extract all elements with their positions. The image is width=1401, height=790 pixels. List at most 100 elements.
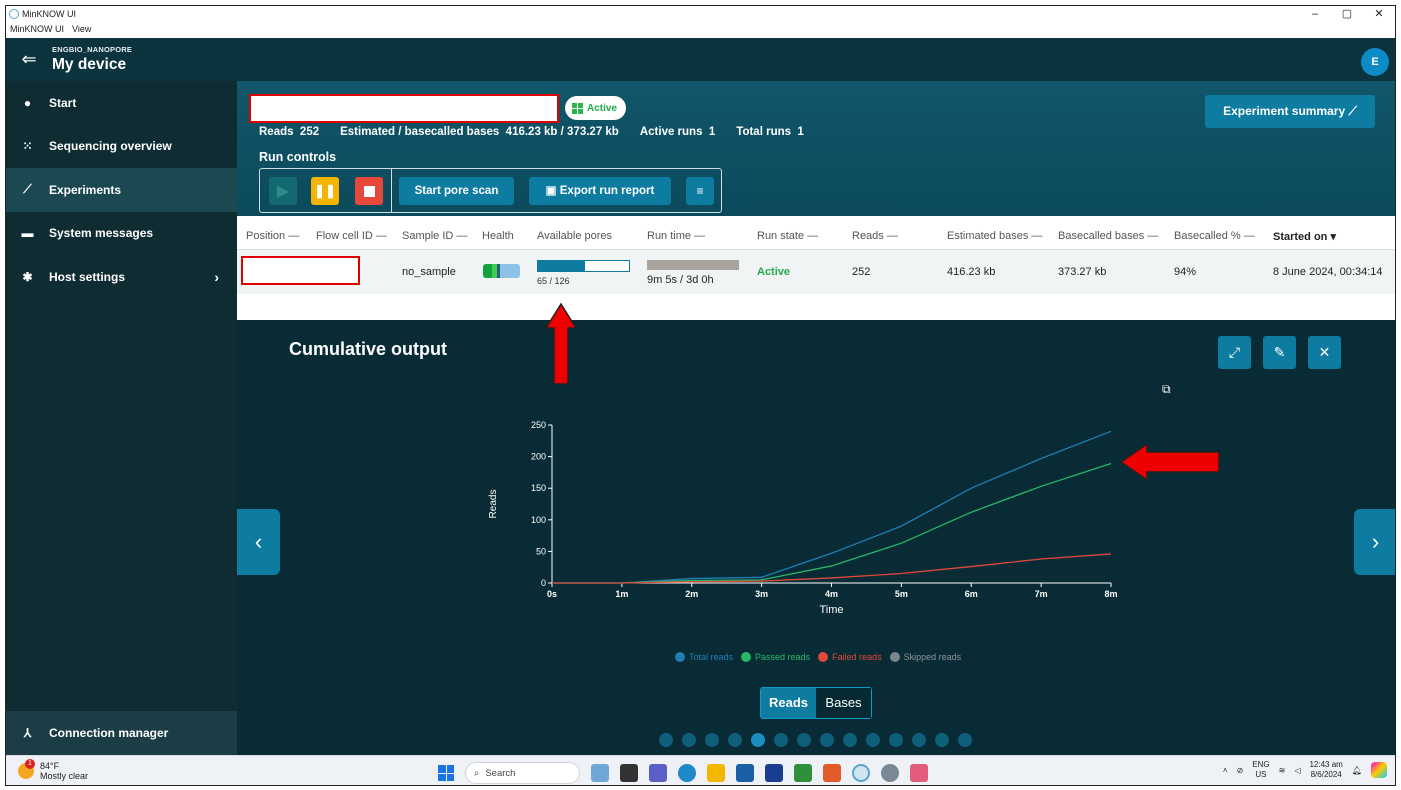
teams-icon[interactable]: [649, 764, 667, 782]
col-run-state[interactable]: Run state —: [757, 230, 818, 242]
col-run-time[interactable]: Run time —: [647, 230, 705, 242]
file-explorer-icon[interactable]: [707, 764, 725, 782]
pager-dot[interactable]: [843, 733, 857, 747]
notification-bell-icon[interactable]: 🔔︎: [1352, 766, 1362, 775]
minknow-taskbar-icon[interactable]: [852, 764, 870, 782]
maximize-button[interactable]: ▢: [1331, 6, 1363, 24]
volume-icon[interactable]: ◁: [1294, 766, 1300, 775]
col-estimated-bases[interactable]: Estimated bases —: [947, 230, 1042, 242]
taskbar-apps: ⌕ Search: [438, 762, 928, 784]
col-health: Health: [482, 230, 514, 242]
title-bar: MinKNOW UI – ▢ ✕: [6, 6, 1395, 24]
legend-item[interactable]: Failed reads: [818, 652, 882, 662]
menu-app[interactable]: MinKNOW UI: [10, 24, 64, 38]
reads-bases-toggle: Reads Bases: [760, 687, 872, 719]
table-row[interactable]: no_sample 65 / 126 9m 5s / 3d 0h Active …: [237, 250, 1395, 294]
cell-reads: 252: [852, 266, 871, 278]
widgets-app-icon[interactable]: [591, 764, 609, 782]
y-tick-label: 200: [531, 452, 546, 462]
weather-temp: 84°F: [40, 761, 60, 771]
col-started-on[interactable]: Started on ▾: [1273, 230, 1336, 243]
language-indicator[interactable]: ENG US: [1252, 760, 1269, 780]
run-controls-label: Run controls: [259, 150, 337, 164]
pager-dot[interactable]: [682, 733, 696, 747]
pause-button[interactable]: ❚❚: [311, 177, 339, 205]
collapse-menu-icon[interactable]: ⇐: [6, 49, 52, 70]
pager-dot[interactable]: [820, 733, 834, 747]
cloud-off-icon[interactable]: ⊘: [1237, 766, 1244, 775]
x-tick-label: 8m: [1104, 589, 1117, 599]
y-tick-label: 100: [531, 515, 546, 525]
sidebar-item-experiments[interactable]: ⟋ Experiments: [6, 168, 237, 212]
office-icon[interactable]: [823, 764, 841, 782]
snipping-tool-icon[interactable]: [910, 764, 928, 782]
redacted-experiment-name: [249, 94, 559, 123]
pager-dot[interactable]: [797, 733, 811, 747]
filter-icon: ≡: [696, 184, 704, 198]
stop-button[interactable]: [355, 177, 383, 205]
play-button[interactable]: ▶: [269, 177, 297, 205]
run-time-bar: [647, 260, 739, 270]
start-pore-scan-button[interactable]: Start pore scan: [399, 177, 514, 205]
sidebar-item-host-settings[interactable]: ✱ Host settings ›: [6, 255, 237, 299]
col-sample-id[interactable]: Sample ID —: [402, 230, 467, 242]
sidebar-item-sequencing-overview[interactable]: ⁙ Sequencing overview: [6, 125, 237, 169]
pager-dot[interactable]: [958, 733, 972, 747]
pager-dot[interactable]: [774, 733, 788, 747]
edge-icon[interactable]: [678, 764, 696, 782]
pager-dot[interactable]: [866, 733, 880, 747]
store-icon[interactable]: [736, 764, 754, 782]
legend-item[interactable]: Total reads: [675, 652, 733, 662]
legend-item[interactable]: Skipped reads: [889, 652, 961, 662]
pager-dot[interactable]: [751, 733, 765, 747]
clock[interactable]: 12:43 am 8/6/2024: [1309, 760, 1342, 780]
export-run-report-button[interactable]: ▣ Export run report: [529, 177, 671, 205]
y-tick-label: 150: [531, 483, 546, 493]
x-tick-label: 5m: [895, 589, 908, 599]
pager-dot[interactable]: [912, 733, 926, 747]
sidebar-item-system-messages[interactable]: ▬ System messages: [6, 212, 237, 256]
table-header: Position — Flow cell ID — Sample ID — He…: [237, 216, 1395, 250]
x-axis-label: Time: [819, 604, 843, 616]
close-button[interactable]: ✕: [1363, 6, 1395, 24]
pager-dot[interactable]: [728, 733, 742, 747]
windows-start-icon[interactable]: [438, 765, 454, 781]
copilot-icon[interactable]: [1371, 762, 1387, 778]
legend-dot: [889, 652, 900, 662]
experiment-summary-button[interactable]: Experiment summary ⟋: [1205, 95, 1375, 128]
col-basecalled-bases[interactable]: Basecalled bases —: [1058, 230, 1158, 242]
menu-view[interactable]: View: [72, 24, 91, 38]
sidebar-item-start[interactable]: ● Start: [6, 81, 237, 125]
cell-started-on: 8 June 2024, 00:34:14: [1273, 266, 1383, 278]
taskbar-search[interactable]: ⌕ Search: [465, 762, 580, 784]
device-name: My device: [52, 56, 127, 73]
legend-item[interactable]: Passed reads: [741, 652, 810, 662]
col-basecalled-pct[interactable]: Basecalled % —: [1174, 230, 1255, 242]
y-tick-label: 50: [536, 546, 546, 556]
legend-label: Passed reads: [755, 652, 811, 662]
col-flow-cell-id[interactable]: Flow cell ID —: [316, 230, 387, 242]
chevron-up-icon[interactable]: ˄: [1223, 766, 1228, 775]
pager-dot[interactable]: [659, 733, 673, 747]
weather-widget[interactable]: 1 84°F Mostly clear: [18, 759, 88, 781]
settings-icon[interactable]: [881, 764, 899, 782]
bases-toggle-button[interactable]: Bases: [816, 688, 871, 718]
pager-dot[interactable]: [935, 733, 949, 747]
wifi-icon[interactable]: ≋: [1279, 766, 1286, 775]
col-position[interactable]: Position —: [246, 230, 299, 242]
available-pores-bar: [537, 260, 630, 272]
app-l-icon[interactable]: [765, 764, 783, 782]
pager-dot[interactable]: [705, 733, 719, 747]
total-runs-value: 1: [797, 126, 804, 138]
weather-sun-icon: 1: [18, 759, 35, 779]
filter-button[interactable]: ≡: [686, 177, 714, 205]
task-view-icon[interactable]: [620, 764, 638, 782]
pager-dot[interactable]: [889, 733, 903, 747]
minimize-button[interactable]: –: [1299, 6, 1331, 24]
connection-manager-button[interactable]: ⅄ Connection manager: [6, 711, 237, 755]
reads-toggle-button[interactable]: Reads: [761, 688, 816, 718]
col-reads[interactable]: Reads —: [852, 230, 898, 242]
cell-estimated-bases: 416.23 kb: [947, 266, 996, 278]
avatar[interactable]: E: [1361, 48, 1389, 76]
xbox-icon[interactable]: [794, 764, 812, 782]
